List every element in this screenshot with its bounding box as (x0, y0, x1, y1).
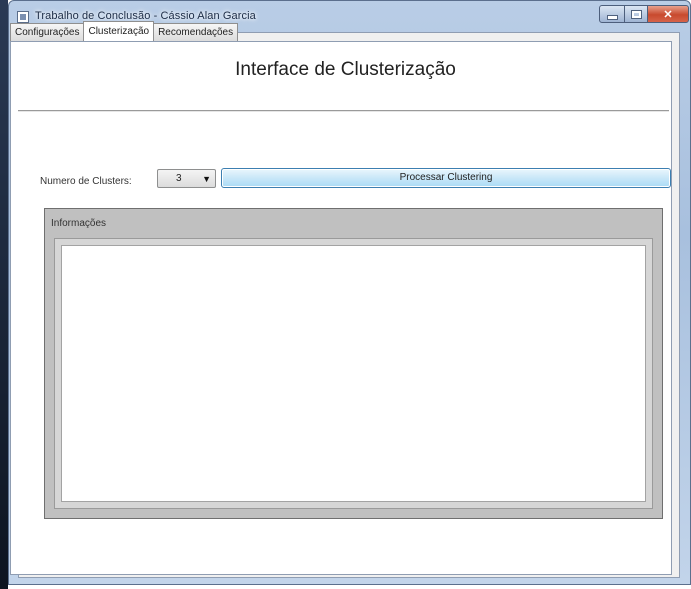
tab-recomendacoes[interactable]: Recomendações (153, 23, 239, 41)
info-inner-frame (54, 238, 653, 509)
page-title: Interface de Clusterização (235, 59, 456, 80)
tab-clusterizacao[interactable]: Clusterização (83, 21, 155, 41)
info-group-label: Informações (51, 218, 107, 229)
maximize-button[interactable] (624, 5, 648, 23)
clusters-label: Numero de Clusters: (40, 176, 132, 187)
close-button[interactable]: ✕ (647, 5, 689, 23)
minimize-button[interactable] (599, 5, 625, 23)
clusters-select[interactable]: 3 ▼ (157, 169, 216, 188)
info-textarea[interactable] (61, 245, 646, 502)
process-clustering-button[interactable]: Processar Clustering (221, 168, 671, 188)
maximize-icon (630, 9, 642, 19)
clusters-select-value: 3 (176, 173, 182, 184)
chevron-down-icon: ▼ (202, 174, 211, 184)
tab-strip: Configurações Clusterização Recomendaçõe… (10, 21, 239, 41)
tab-configuracoes[interactable]: Configurações (10, 23, 85, 41)
minimize-icon (606, 14, 618, 20)
close-icon: ✕ (663, 8, 673, 21)
info-groupbox: Informações (44, 208, 663, 519)
desktop-background (0, 0, 8, 589)
divider-highlight (18, 111, 669, 112)
